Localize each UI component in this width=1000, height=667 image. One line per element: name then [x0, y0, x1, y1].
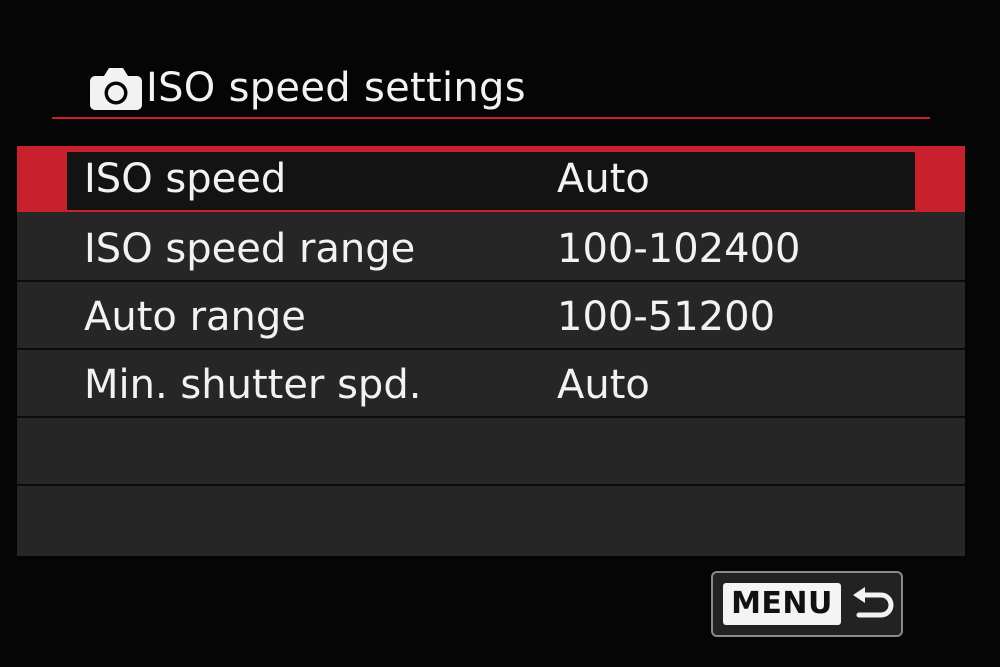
menu-item-min-shutter-speed[interactable]: Min. shutter spd. Auto	[17, 352, 965, 418]
menu-item-label: Min. shutter spd.	[84, 362, 422, 408]
menu-item-label: ISO speed range	[84, 226, 416, 272]
menu-item-label: Auto range	[84, 294, 306, 340]
camera-icon	[90, 68, 142, 110]
menu-item-auto-range[interactable]: Auto range 100-51200	[17, 284, 965, 350]
menu-back-button[interactable]: MENU	[711, 571, 903, 637]
menu-item-iso-speed[interactable]: ISO speed Auto	[17, 146, 965, 212]
menu-label: MENU	[723, 583, 841, 625]
menu-item-empty	[17, 488, 965, 554]
menu-item-empty	[17, 420, 965, 486]
menu-header: ISO speed settings	[88, 60, 526, 116]
menu-item-value: Auto	[557, 156, 650, 202]
title-divider	[52, 117, 930, 119]
menu-item-value: 100-102400	[557, 226, 801, 272]
menu-item-value: 100-51200	[557, 294, 776, 340]
menu-item-iso-speed-range[interactable]: ISO speed range 100-102400	[17, 216, 965, 282]
menu-item-value: Auto	[557, 362, 650, 408]
settings-menu-list: ISO speed Auto ISO speed range 100-10240…	[17, 146, 965, 556]
menu-item-label: ISO speed	[84, 156, 287, 202]
return-arrow-icon	[853, 587, 894, 618]
page-title: ISO speed settings	[146, 65, 526, 111]
camera-lcd-screen: ISO speed settings ISO speed Auto ISO sp…	[0, 0, 1000, 667]
